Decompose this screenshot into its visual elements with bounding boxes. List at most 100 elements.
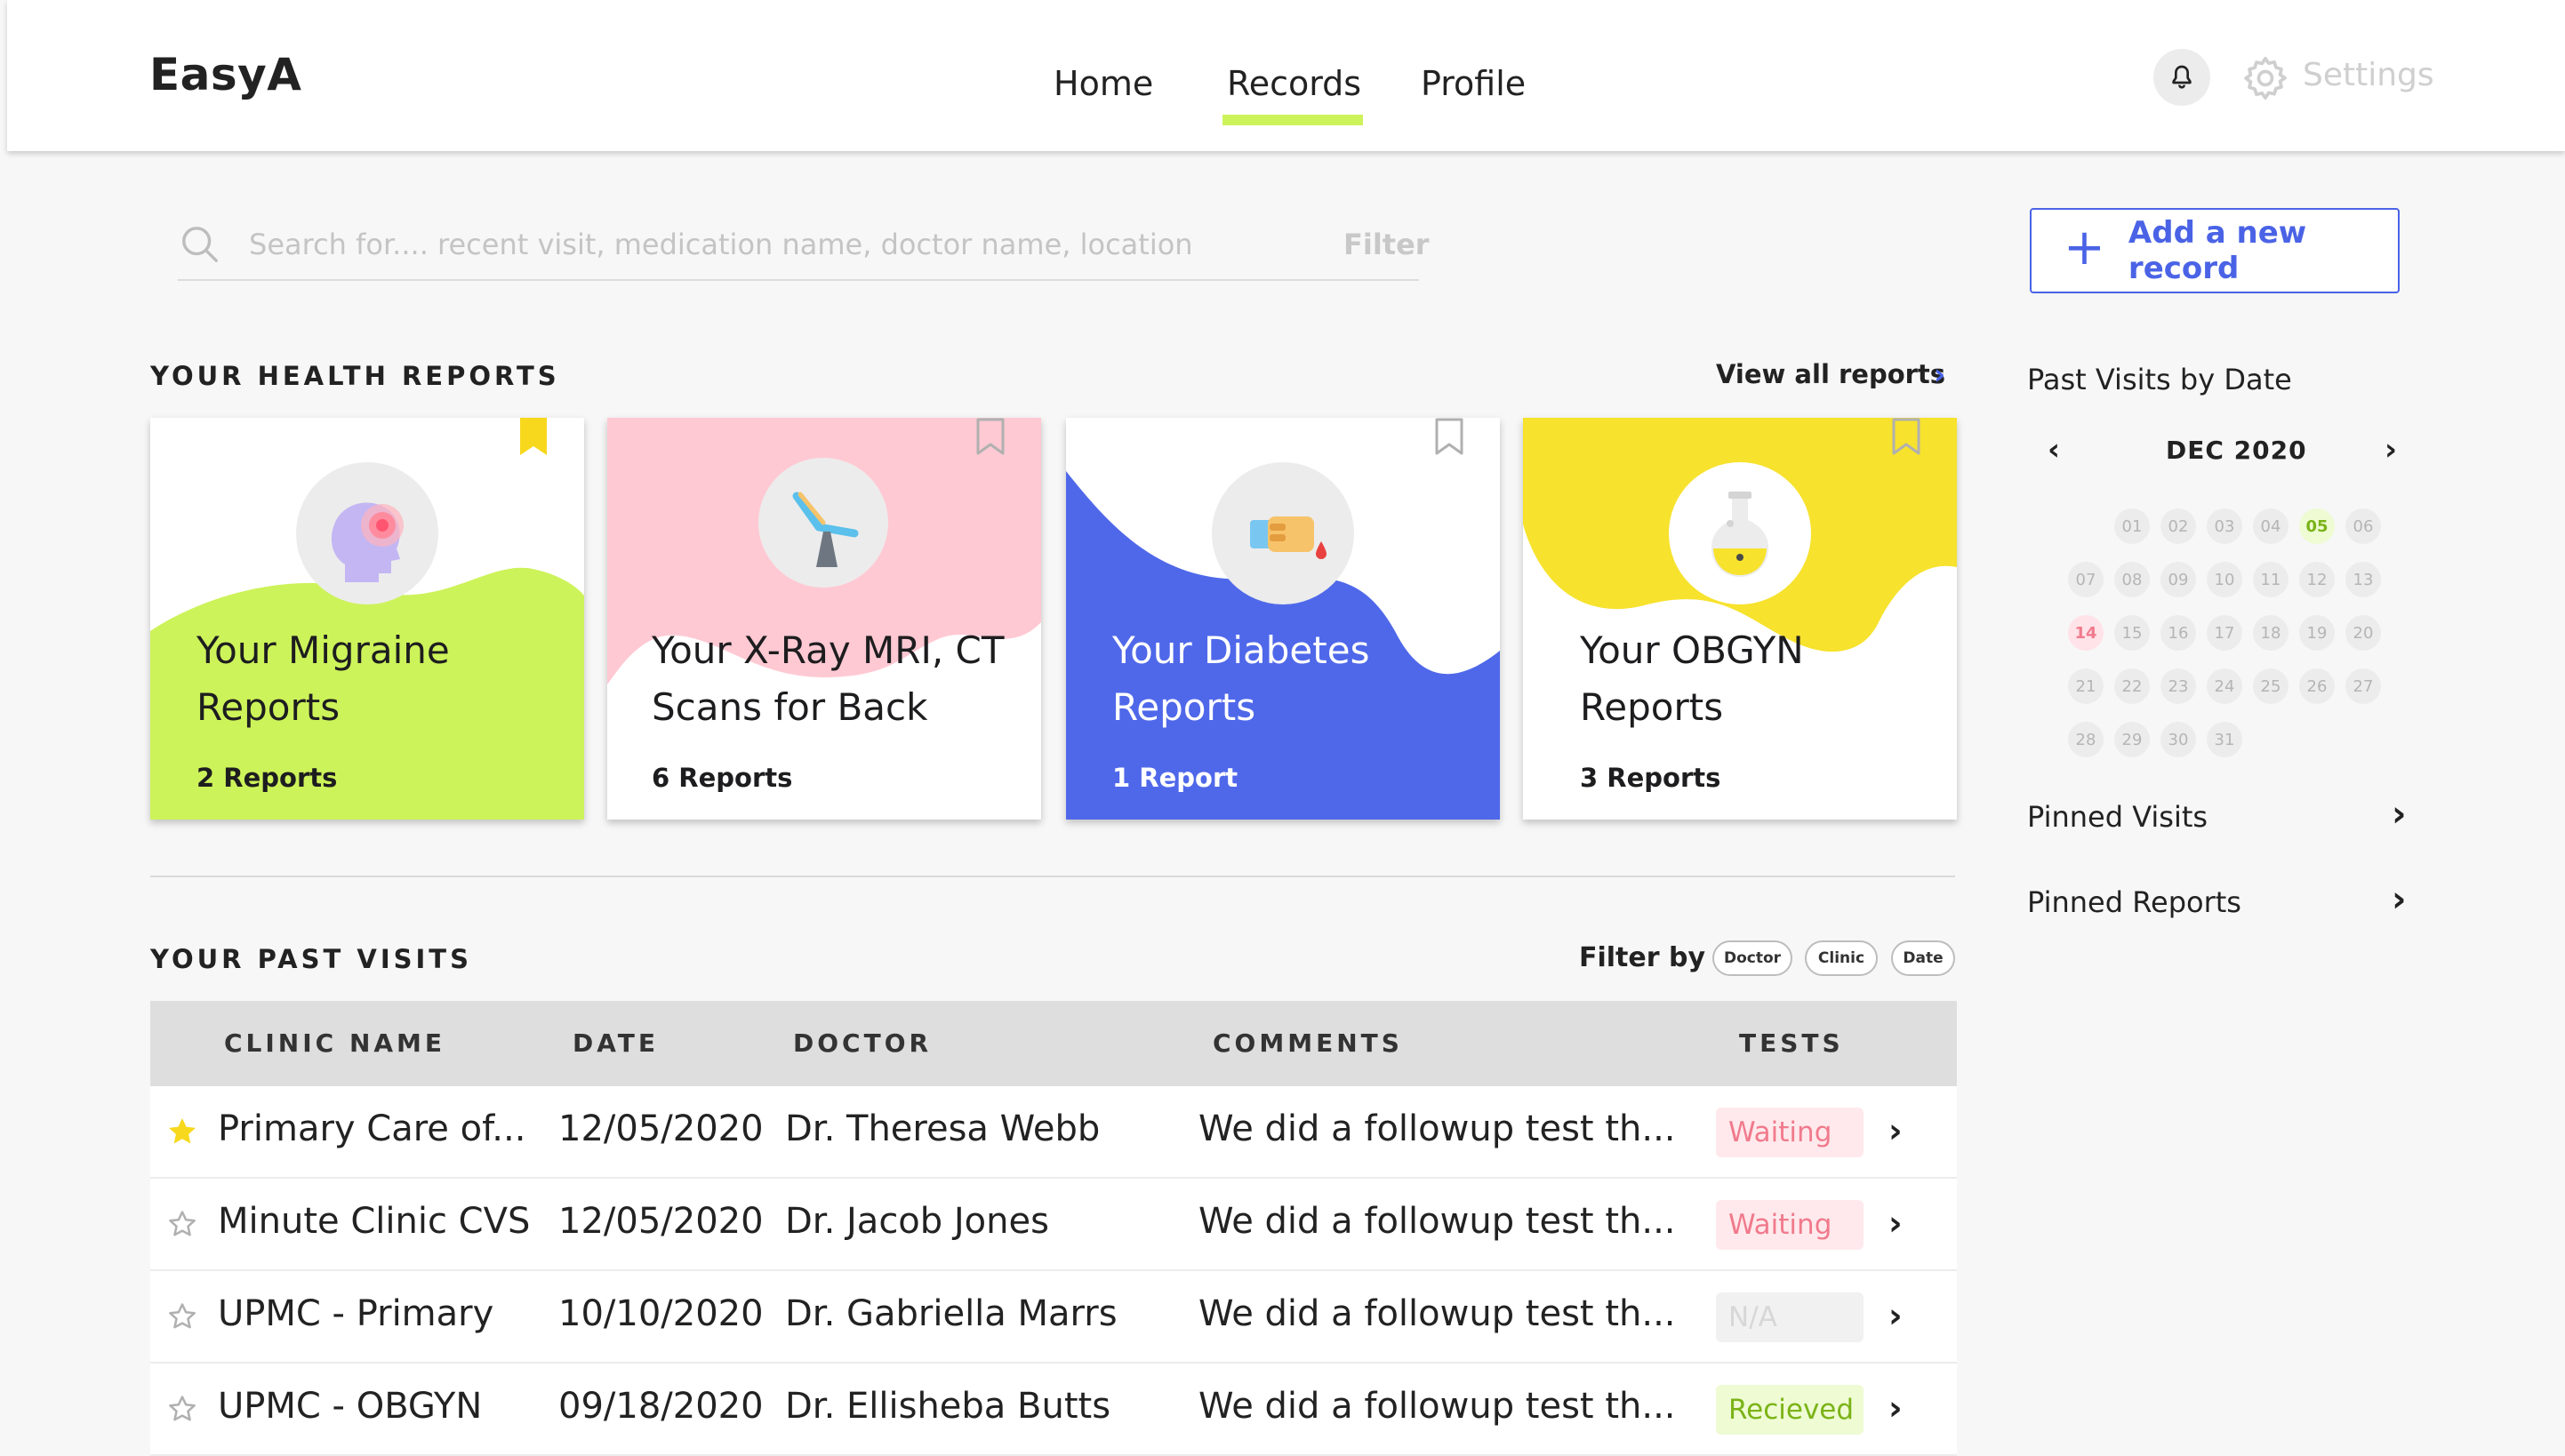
calendar-day[interactable]: 10 <box>2207 562 2242 597</box>
visit-date: 09/18/2020 <box>558 1386 764 1427</box>
dental-chair-icon <box>758 458 888 588</box>
chevron-right-icon[interactable]: › <box>2392 879 2406 920</box>
visit-date: 12/05/2020 <box>558 1201 764 1242</box>
bookmark-outline-icon[interactable] <box>1434 418 1464 457</box>
calendar-day[interactable]: 04 <box>2253 508 2288 544</box>
test-status-badge: Waiting <box>1716 1200 1864 1250</box>
pinned-reports-link[interactable]: Pinned Reports <box>2027 885 2241 919</box>
health-reports-heading: YOUR HEALTH REPORTS <box>150 361 560 391</box>
bookmark-outline-icon[interactable] <box>1891 418 1921 457</box>
nav-records[interactable]: Records <box>1227 64 1361 103</box>
calendar-day[interactable]: 26 <box>2299 668 2335 704</box>
column-header-clinic[interactable]: CLINIC NAME <box>224 1028 445 1058</box>
calendar-day[interactable]: 08 <box>2114 562 2150 597</box>
search-filter-button[interactable]: Filter <box>1343 228 1430 261</box>
gear-icon[interactable] <box>2240 53 2290 103</box>
nav-profile[interactable]: Profile <box>1421 64 1526 103</box>
calendar-day[interactable]: 05 <box>2299 508 2335 544</box>
bookmark-outline-icon[interactable] <box>975 418 1006 457</box>
calendar-day[interactable]: 01 <box>2114 508 2150 544</box>
add-new-record-button[interactable]: + Add a new record <box>2030 208 2400 293</box>
notifications-button[interactable] <box>2153 49 2210 106</box>
flask-icon <box>1669 462 1811 604</box>
test-status-badge: N/A <box>1716 1292 1864 1342</box>
chevron-right-icon[interactable]: › <box>1934 357 1945 391</box>
view-all-reports-link[interactable]: View all reports <box>1716 359 1945 389</box>
add-new-record-label: Add a new record <box>2128 215 2307 286</box>
calendar-day[interactable]: 06 <box>2345 508 2381 544</box>
chevron-right-icon[interactable]: › <box>1888 1204 1903 1243</box>
report-card-count: 6 Reports <box>652 763 793 793</box>
chevron-right-icon[interactable]: › <box>2392 794 2406 835</box>
doctor-name: Dr. Theresa Webb <box>785 1108 1101 1149</box>
star-filled-icon[interactable] <box>165 1115 199 1148</box>
star-outline-icon[interactable] <box>165 1207 199 1241</box>
report-card-migraine[interactable]: Your Migraine Reports 2 Reports <box>150 418 584 820</box>
filter-by-label: Filter by <box>1579 942 1706 973</box>
calendar-day[interactable]: 19 <box>2299 615 2335 651</box>
section-divider <box>150 876 1955 877</box>
calendar-day[interactable]: 20 <box>2345 615 2381 651</box>
calendar-day[interactable]: 29 <box>2114 722 2150 757</box>
calendar-day[interactable]: 24 <box>2207 668 2242 704</box>
calendar-day[interactable]: 13 <box>2345 562 2381 597</box>
settings-link[interactable]: Settings <box>2303 57 2434 93</box>
calendar-day[interactable]: 18 <box>2253 615 2288 651</box>
calendar-day[interactable]: 25 <box>2253 668 2288 704</box>
doctor-name: Dr. Jacob Jones <box>785 1201 1049 1242</box>
report-card-title: Your Migraine Reports <box>196 628 450 729</box>
calendar-day[interactable]: 31 <box>2207 722 2242 757</box>
clinic-name: UPMC - Primary <box>218 1293 494 1334</box>
calendar-day[interactable]: 23 <box>2160 668 2196 704</box>
calendar-day[interactable]: 21 <box>2068 668 2104 704</box>
filter-chip-date[interactable]: Date <box>1891 940 1955 976</box>
column-header-date[interactable]: DATE <box>573 1028 659 1058</box>
test-status-badge: Recieved <box>1716 1385 1864 1435</box>
search-underline <box>178 279 1419 281</box>
calendar-day[interactable]: 15 <box>2114 615 2150 651</box>
past-visits-heading: YOUR PAST VISITS <box>150 944 472 974</box>
bookmark-icon[interactable] <box>518 418 549 457</box>
report-card-diabetes[interactable]: Your Diabetes Reports 1 Report <box>1066 418 1500 820</box>
doctor-name: Dr. Ellisheba Butts <box>785 1386 1111 1427</box>
calendar-day[interactable]: 11 <box>2253 562 2288 597</box>
report-card-count: 3 Reports <box>1580 763 1721 793</box>
test-status-badge: Waiting <box>1716 1108 1864 1157</box>
calendar-next-icon[interactable]: › <box>2385 432 2397 468</box>
chevron-right-icon[interactable]: › <box>1888 1388 1903 1428</box>
calendar-day[interactable]: 27 <box>2345 668 2381 704</box>
column-header-comments[interactable]: COMMENTS <box>1213 1028 1403 1058</box>
filter-chip-doctor[interactable]: Doctor <box>1712 940 1792 976</box>
calendar-day[interactable]: 07 <box>2068 562 2104 597</box>
report-card-xray[interactable]: Your X-Ray MRI, CT Scans for Back 6 Repo… <box>607 418 1041 820</box>
calendar-day[interactable]: 30 <box>2160 722 2196 757</box>
star-outline-icon[interactable] <box>165 1300 199 1333</box>
column-header-doctor[interactable]: DOCTOR <box>793 1028 932 1058</box>
app-logo[interactable]: EasyA <box>149 49 301 100</box>
calendar-day[interactable]: 14 <box>2068 615 2104 651</box>
chevron-right-icon[interactable]: › <box>1888 1296 1903 1335</box>
column-header-tests[interactable]: TESTS <box>1739 1028 1844 1058</box>
calendar-prev-icon[interactable]: ‹ <box>2048 432 2060 468</box>
visit-date: 10/10/2020 <box>558 1293 764 1334</box>
calendar-day[interactable]: 02 <box>2160 508 2196 544</box>
clinic-name: Minute Clinic CVS <box>218 1201 531 1242</box>
chevron-right-icon[interactable]: › <box>1888 1111 1903 1150</box>
calendar-day[interactable]: 28 <box>2068 722 2104 757</box>
filter-chip-clinic[interactable]: Clinic <box>1805 940 1878 976</box>
report-card-obgyn[interactable]: Your OBGYN Reports 3 Reports <box>1523 418 1957 820</box>
calendar-day[interactable]: 17 <box>2207 615 2242 651</box>
pinned-visits-link[interactable]: Pinned Visits <box>2027 800 2208 834</box>
active-tab-indicator <box>1222 115 1363 125</box>
past-visits-by-date-title: Past Visits by Date <box>2027 363 2292 396</box>
report-card-title: Your Diabetes Reports <box>1112 628 1370 729</box>
calendar-day[interactable]: 22 <box>2114 668 2150 704</box>
calendar-day[interactable]: 16 <box>2160 615 2196 651</box>
nav-home[interactable]: Home <box>1054 64 1153 103</box>
search-input[interactable] <box>249 222 1298 267</box>
calendar-day[interactable]: 03 <box>2207 508 2242 544</box>
clinic-name: UPMC - OBGYN <box>218 1386 483 1427</box>
calendar-day[interactable]: 12 <box>2299 562 2335 597</box>
calendar-day[interactable]: 09 <box>2160 562 2196 597</box>
star-outline-icon[interactable] <box>165 1392 199 1426</box>
